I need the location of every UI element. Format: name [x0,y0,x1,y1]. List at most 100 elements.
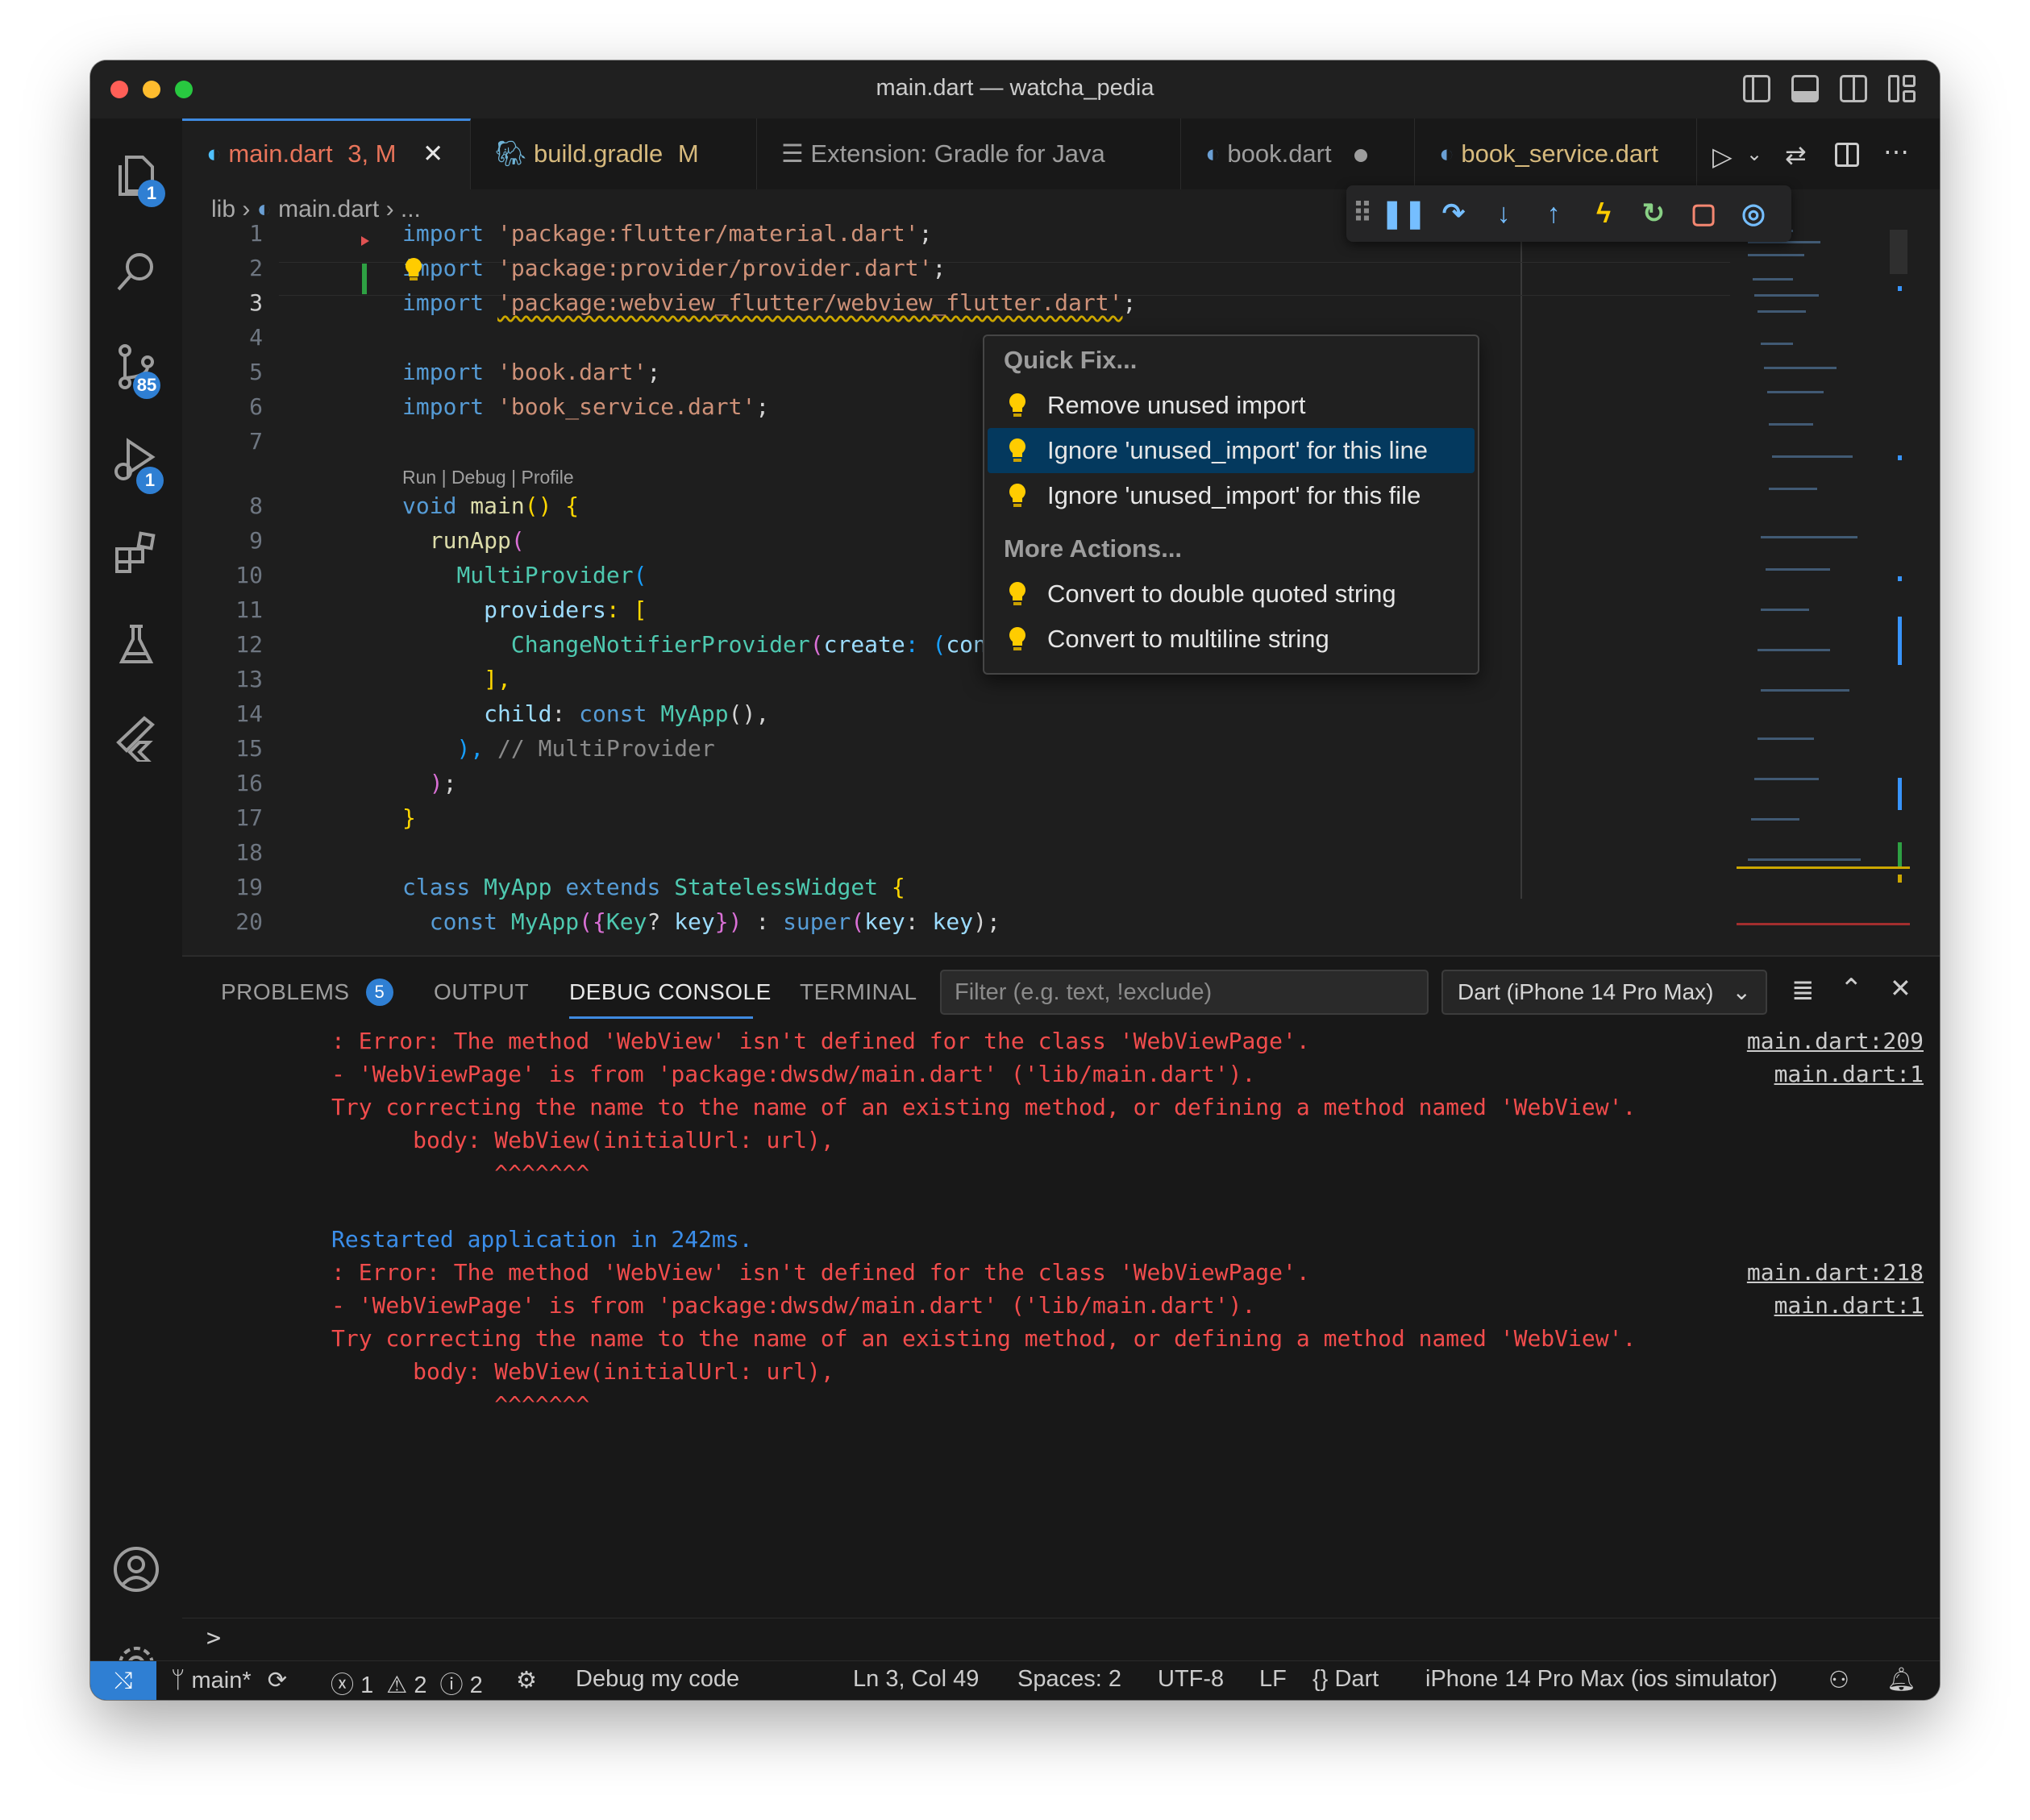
console-prompt[interactable]: > [206,1624,221,1652]
toggle-primary-sidebar-icon[interactable] [1743,75,1770,102]
branch-indicator[interactable]: ᛘ main* ⟳ [171,1666,287,1694]
console-line: - 'WebViewPage' is from 'package:dwsdw/m… [331,1061,1256,1087]
close-panel-icon[interactable]: ✕ [1890,973,1911,1003]
modified-line-gutter-marker [362,264,367,294]
drag-handle-icon[interactable]: ⠿ [1346,185,1379,242]
line-number: 12 [235,631,263,658]
line-number: 11 [235,596,263,623]
split-editor-icon[interactable] [1835,143,1859,167]
step-out-icon[interactable]: ↑ [1529,185,1579,242]
editor-tabs: ◐ main.dart 3, M ✕ 🐘︎ build.gradle M ☰ E… [182,118,1940,189]
quick-fix-remove-unused-import[interactable]: Remove unused import [988,383,1475,428]
cursor-position[interactable]: Ln 3, Col 49 [853,1666,979,1693]
indentation[interactable]: Spaces: 2 [1017,1666,1121,1693]
more-actions-icon[interactable]: ⋯ [1883,136,1909,167]
console-line: Try correcting the name to the name of a… [331,1094,1637,1120]
run-and-debug-icon[interactable]: 1 [112,436,164,494]
breakpoint-arrow-icon [361,236,369,246]
remote-indicator[interactable]: ⤭ [90,1661,156,1700]
tab-book-service-dart[interactable]: ◐ book_service.dart [1415,118,1697,189]
notifications-bell-icon[interactable]: 🔔︎ [1886,1666,1916,1693]
debug-config-label[interactable]: Debug my code [576,1666,739,1693]
language-mode[interactable]: {} Dart [1312,1666,1379,1693]
dart-file-icon: ◐ [1439,139,1454,168]
testing-icon[interactable] [112,620,160,668]
clear-console-icon[interactable]: ≣ [1791,974,1815,1007]
code-line-2: import 'package:provider/provider.dart'; [402,255,946,281]
source-control-icon[interactable]: 85 [112,343,160,399]
code-line-11: providers: [ [484,596,647,623]
console-source-link[interactable]: main.dart:209 [1747,1028,1924,1054]
flutter-devtools-icon[interactable]: ◎ [1728,185,1778,242]
toggle-secondary-sidebar-icon[interactable] [1840,75,1867,102]
console-filter-input[interactable]: Filter (e.g. text, !exclude) [940,970,1429,1015]
maximize-panel-icon[interactable]: ⌃ [1840,973,1863,1005]
tab-extension-gradle[interactable]: ☰ Extension: Gradle for Java [757,118,1181,189]
restart-icon[interactable]: ↻ [1629,185,1678,242]
explorer-badge: 1 [138,180,165,207]
breadcrumb-file[interactable]: main.dart [278,196,379,222]
quick-fix-ignore-for-line[interactable]: Ignore 'unused_import' for this line [988,428,1475,473]
run-file-icon[interactable]: ▷ [1712,141,1733,172]
close-tab-icon[interactable]: ✕ [422,139,443,168]
hot-reload-icon[interactable]: ϟ [1579,185,1629,242]
stop-icon[interactable]: ▢ [1678,185,1728,242]
pause-icon[interactable]: ❚❚ [1379,185,1429,242]
quick-fix-menu: Quick Fix... Remove unused import Ignore… [983,334,1479,675]
accounts-icon[interactable] [112,1545,160,1594]
explorer-icon[interactable]: 1 [112,151,165,207]
warning-icon: ⚠ [386,1672,408,1698]
chevron-down-icon: ⌄ [1732,979,1751,1004]
console-source-link[interactable]: main.dart:1 [1774,1292,1924,1319]
run-options-chevron-icon[interactable]: ⌄ [1746,143,1762,166]
open-changes-icon[interactable]: ⇄ [1785,139,1807,170]
lightbulb-icon [1009,393,1025,417]
vertical-ruler [1520,230,1522,899]
end-of-line[interactable]: LF [1259,1666,1287,1693]
action-convert-multiline[interactable]: Convert to multiline string [988,617,1475,662]
code-line-20: const MyApp({Key? key}) : super(key: key… [429,908,1000,935]
sync-icon[interactable]: ⟳ [268,1668,287,1693]
console-source-link[interactable]: main.dart:1 [1774,1061,1924,1087]
extensions-icon[interactable] [112,528,160,576]
line-number: 3 [249,289,263,316]
debug-config-icon[interactable]: ⚙ [516,1666,537,1694]
toggle-panel-icon[interactable] [1791,75,1819,102]
line-number: 10 [235,562,263,588]
debug-session-select[interactable]: Dart (iPhone 14 Pro Max) ⌄ [1441,970,1767,1015]
customize-layout-icon[interactable] [1888,75,1916,102]
tab-main-dart[interactable]: ◐ main.dart 3, M ✕ [182,118,471,189]
console-source-link[interactable]: main.dart:218 [1747,1259,1924,1286]
encoding[interactable]: UTF-8 [1158,1666,1224,1693]
minimap[interactable] [1737,230,1910,1036]
dart-file-icon: ◐ [256,196,279,222]
preview-icon: ☰ [781,139,804,168]
code-line-1: import 'package:flutter/material.dart'; [402,220,933,247]
tab-book-dart[interactable]: ◐ book.dart [1181,118,1415,189]
quick-fix-ignore-for-file[interactable]: Ignore 'unused_import' for this file [988,473,1475,518]
tab-problems[interactable]: PROBLEMS 5 [221,979,393,1008]
breadcrumb-folder[interactable]: lib [211,196,235,222]
code-line-9: runApp( [429,527,525,554]
device-selector[interactable]: iPhone 14 Pro Max (ios simulator) [1425,1666,1778,1693]
step-over-icon[interactable]: ↷ [1429,185,1479,242]
tab-build-gradle[interactable]: 🐘︎ build.gradle M [471,118,757,189]
tab-debug-console[interactable]: DEBUG CONSOLE [569,979,772,1005]
codelens-run-debug-profile[interactable]: Run | Debug | Profile [402,467,574,488]
line-number: 13 [235,666,263,692]
tab-output[interactable]: OUTPUT [434,979,529,1005]
flutter-icon[interactable] [112,713,160,763]
feedback-icon[interactable]: ⚇ [1828,1666,1849,1694]
tab-terminal[interactable]: TERMINAL [800,979,917,1005]
title-bar: main.dart — watcha_pedia [90,60,1940,118]
lightbulb-icon[interactable] [405,257,422,281]
line-number: 15 [235,735,263,762]
breadcrumb-symbol[interactable]: ... [401,196,421,222]
code-line-14: child: const MyApp(), [484,700,770,727]
problems-indicator[interactable]: ⓧ 1 ⚠ 2 ⓘ 2 [331,1666,483,1700]
action-convert-double-quoted[interactable]: Convert to double quoted string [988,571,1475,617]
step-into-icon[interactable]: ↓ [1479,185,1529,242]
chevron-right-icon: › [385,196,401,222]
search-icon[interactable] [112,247,160,296]
line-number: 19 [235,874,263,900]
